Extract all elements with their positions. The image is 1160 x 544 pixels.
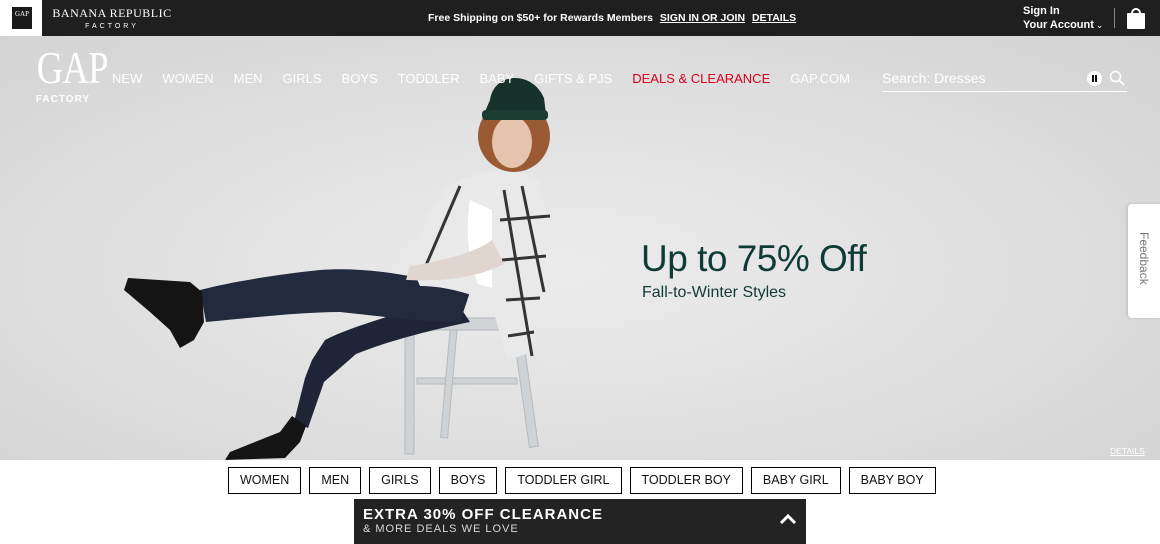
br-logo-line1: BANANA REPUBLIC <box>52 6 172 20</box>
main-nav: NEW WOMEN MEN GIRLS BOYS TODDLER BABY GI… <box>112 71 870 86</box>
nav-item-new[interactable]: NEW <box>112 71 142 86</box>
search-input[interactable] <box>882 68 1082 88</box>
sign-in-or-join-link[interactable]: SIGN IN OR JOIN <box>660 12 745 24</box>
feedback-tab[interactable]: Feedback <box>1128 204 1160 318</box>
chevron-up-icon[interactable] <box>778 511 798 527</box>
hero-details-link[interactable]: DETAILS <box>1110 446 1145 456</box>
hero-headline: Up to 75% Off <box>641 238 867 279</box>
search-bar <box>882 68 1127 92</box>
clearance-promo-drawer[interactable]: EXTRA 30% OFF CLEARANCE & MORE DEALS WE … <box>354 499 806 544</box>
hero-banner[interactable]: GAP FACTORY NEW WOMEN MEN GIRLS BOYS TOD… <box>0 36 1160 460</box>
chevron-down-icon: ⌄ <box>1095 20 1104 30</box>
search-icon[interactable] <box>1109 70 1125 86</box>
gap-logo-text: GAP <box>36 42 109 93</box>
category-button-baby-boy[interactable]: BABY BOY <box>848 467 936 494</box>
category-button-toddler-girl[interactable]: TODDLER GIRL <box>505 467 622 494</box>
promo-banner-subtitle: & MORE DEALS WE LOVE <box>363 523 519 535</box>
category-button-boys[interactable]: BOYS <box>438 467 498 494</box>
nav-item-toddler[interactable]: TODDLER <box>398 71 460 86</box>
shipping-promo: Free Shipping on $50+ for Rewards Member… <box>428 12 796 24</box>
your-account-label[interactable]: Your Account <box>1023 19 1094 31</box>
nav-item-gap-com[interactable]: GAP.COM <box>790 71 850 86</box>
nav-item-baby[interactable]: BABY <box>480 71 515 86</box>
hero-subline: Fall-to-Winter Styles <box>642 284 787 301</box>
gap-factory-logo[interactable]: GAP FACTORY <box>30 42 109 106</box>
nav-item-boys[interactable]: BOYS <box>342 71 378 86</box>
account-menu[interactable]: Sign In Your Account ⌄ <box>1023 4 1103 32</box>
nav-item-men[interactable]: MEN <box>234 71 263 86</box>
pause-icon[interactable] <box>1087 71 1102 86</box>
feedback-label: Feedback <box>1137 232 1151 285</box>
promo-banner-title: EXTRA 30% OFF CLEARANCE <box>363 506 603 523</box>
hero-model-image <box>124 77 552 460</box>
shopping-bag-icon[interactable] <box>1127 8 1145 29</box>
category-button-baby-girl[interactable]: BABY GIRL <box>750 467 841 494</box>
sign-in-label[interactable]: Sign In <box>1023 4 1103 18</box>
nav-item-women[interactable]: WOMEN <box>162 71 213 86</box>
divider <box>1114 8 1115 28</box>
nav-item-girls[interactable]: GIRLS <box>283 71 322 86</box>
nav-item-deals-clearance[interactable]: DEALS & CLEARANCE <box>632 71 770 86</box>
category-buttons: WOMEN MEN GIRLS BOYS TODDLER GIRL TODDLE… <box>228 467 944 494</box>
category-button-men[interactable]: MEN <box>309 467 362 494</box>
top-utility-bar: GAP BANANA REPUBLIC FACTORY Free Shippin… <box>0 0 1160 36</box>
gap-brand-switch[interactable]: GAP <box>0 0 42 36</box>
banana-republic-factory-logo[interactable]: BANANA REPUBLIC FACTORY <box>42 0 182 36</box>
gap-mini-logo: GAP <box>12 7 32 29</box>
category-button-toddler-boy[interactable]: TODDLER BOY <box>629 467 743 494</box>
nav-item-gifts-pjs[interactable]: GIFTS & PJS <box>534 71 612 86</box>
br-logo-line2: FACTORY <box>85 23 139 30</box>
shipping-promo-text: Free Shipping on $50+ for Rewards Member… <box>428 12 653 24</box>
category-button-women[interactable]: WOMEN <box>228 467 302 494</box>
factory-logo-text: FACTORY <box>35 94 91 105</box>
category-button-girls[interactable]: GIRLS <box>369 467 431 494</box>
promo-details-link[interactable]: DETAILS <box>752 12 796 24</box>
